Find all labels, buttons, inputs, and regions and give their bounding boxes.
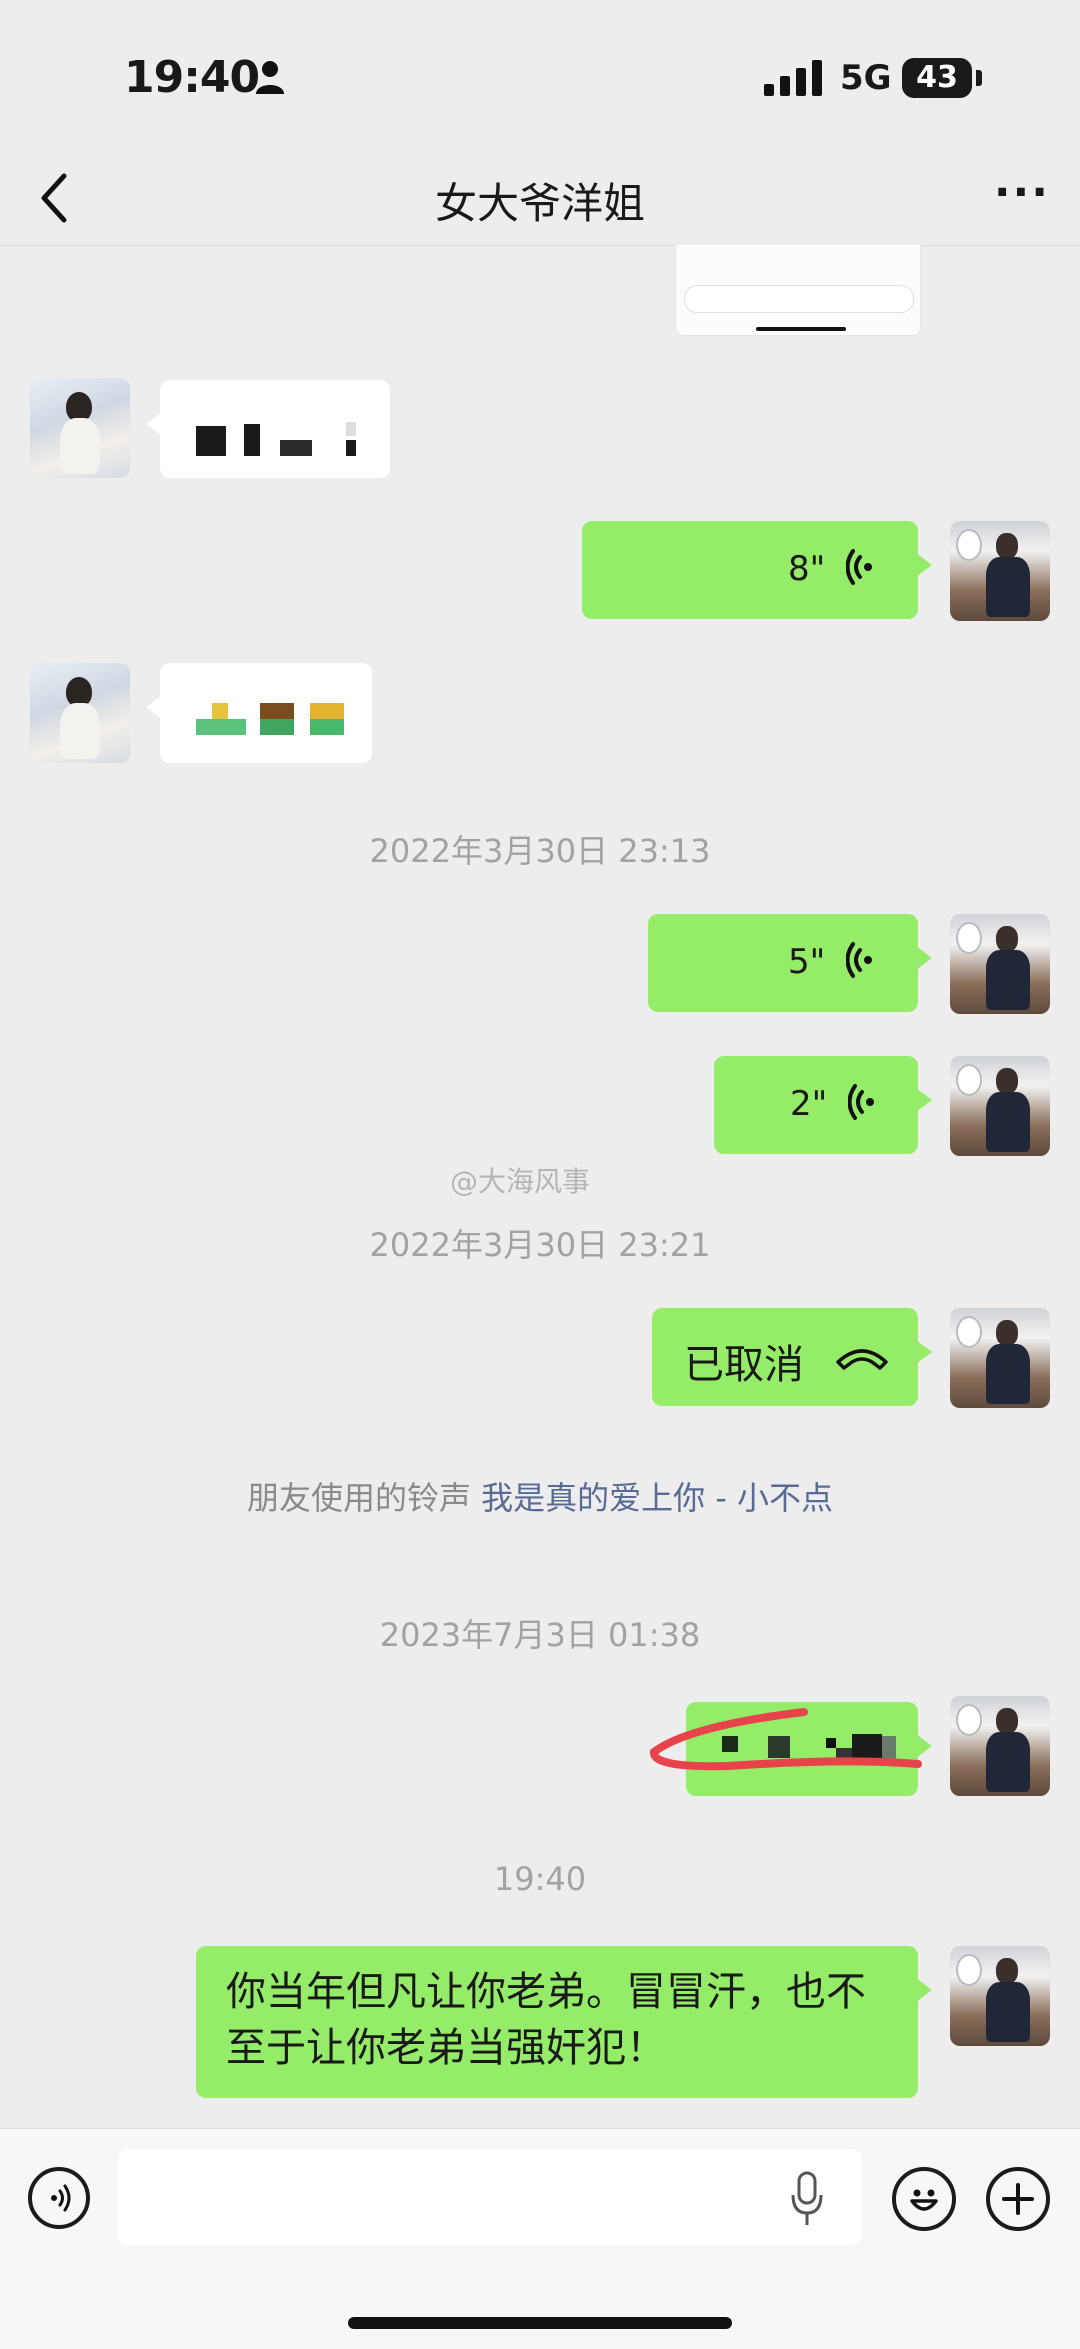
contact-avatar[interactable] [30, 663, 130, 763]
microphone-icon[interactable] [790, 2171, 824, 2227]
more-options-icon[interactable]: ··· [994, 171, 1050, 215]
my-avatar[interactable] [950, 1056, 1050, 1156]
message-input[interactable] [118, 2149, 862, 2245]
chat-header: 女大爷洋姐 ··· [0, 150, 1080, 246]
incoming-message-bubble[interactable] [146, 663, 372, 763]
voice-message-bubble[interactable]: 8" [582, 521, 932, 619]
message-text: 你当年但凡让你老弟。冒冒汗，也不至于让你老弟当强奸犯！ [226, 1969, 866, 2071]
my-avatar[interactable] [950, 1946, 1050, 2046]
my-avatar[interactable] [950, 1308, 1050, 1408]
voice-message-bubble[interactable]: 2" [714, 1056, 932, 1154]
incoming-message-bubble[interactable] [146, 380, 390, 478]
voice-wave-icon [848, 1084, 874, 1120]
timestamp: 19:40 [493, 1860, 587, 1898]
voice-duration: 2" [790, 1084, 828, 1124]
timestamp: 2022年3月30日 23:13 [369, 832, 711, 870]
status-bar: 19:40 5G 43 [0, 0, 1080, 150]
outgoing-message-bubble[interactable]: 你当年但凡让你老弟。冒冒汗，也不至于让你老弟当强奸犯！ [196, 1946, 932, 2098]
chat-title: 女大爷洋姐 [434, 179, 645, 228]
person-icon [256, 61, 284, 94]
ringtone-prefix: 朋友使用的铃声 [246, 1479, 482, 1517]
my-avatar[interactable] [950, 521, 1050, 621]
timestamp: 2022年3月30日 23:21 [369, 1226, 711, 1264]
voice-input-button[interactable] [28, 2167, 90, 2229]
contact-avatar[interactable] [30, 378, 130, 478]
battery-icon: 43 [902, 58, 972, 98]
smiley-face-icon [910, 2189, 938, 2211]
voice-message-bubble[interactable]: 5" [648, 914, 932, 1012]
battery-cap [976, 70, 982, 86]
status-time: 19:40 [124, 52, 260, 103]
input-bar [0, 2128, 1080, 2349]
signal-icon [764, 60, 822, 96]
timestamp: 2023年7月3日 01:38 [379, 1616, 701, 1654]
network-type: 5G [840, 58, 892, 98]
more-functions-button[interactable] [986, 2167, 1050, 2231]
ringtone-notice: 朋友使用的铃声 我是真的爱上你 - 小不点 [0, 1473, 1080, 1519]
call-message-bubble[interactable]: 已取消 [652, 1308, 932, 1406]
voice-mode-icon [51, 2184, 71, 2212]
my-avatar[interactable] [950, 1696, 1050, 1796]
plus-icon [1002, 2183, 1034, 2215]
image-message-partial[interactable] [675, 245, 921, 336]
emoji-button[interactable] [892, 2167, 956, 2231]
call-status: 已取消 [684, 1342, 804, 1388]
phone-hangup-icon [836, 1349, 888, 1370]
voice-duration: 8" [788, 549, 826, 589]
red-scribble-annotation [650, 1708, 922, 1771]
voice-duration: 5" [788, 942, 826, 982]
watermark: @大海风事 [450, 1165, 591, 1198]
image-home-indicator [756, 327, 846, 331]
my-avatar[interactable] [950, 914, 1050, 1014]
ringtone-link[interactable]: 我是真的爱上你 - 小不点 [481, 1479, 833, 1517]
image-input-preview [684, 285, 914, 313]
home-indicator [348, 2317, 732, 2329]
voice-wave-icon [846, 942, 872, 978]
voice-wave-icon [846, 549, 872, 585]
